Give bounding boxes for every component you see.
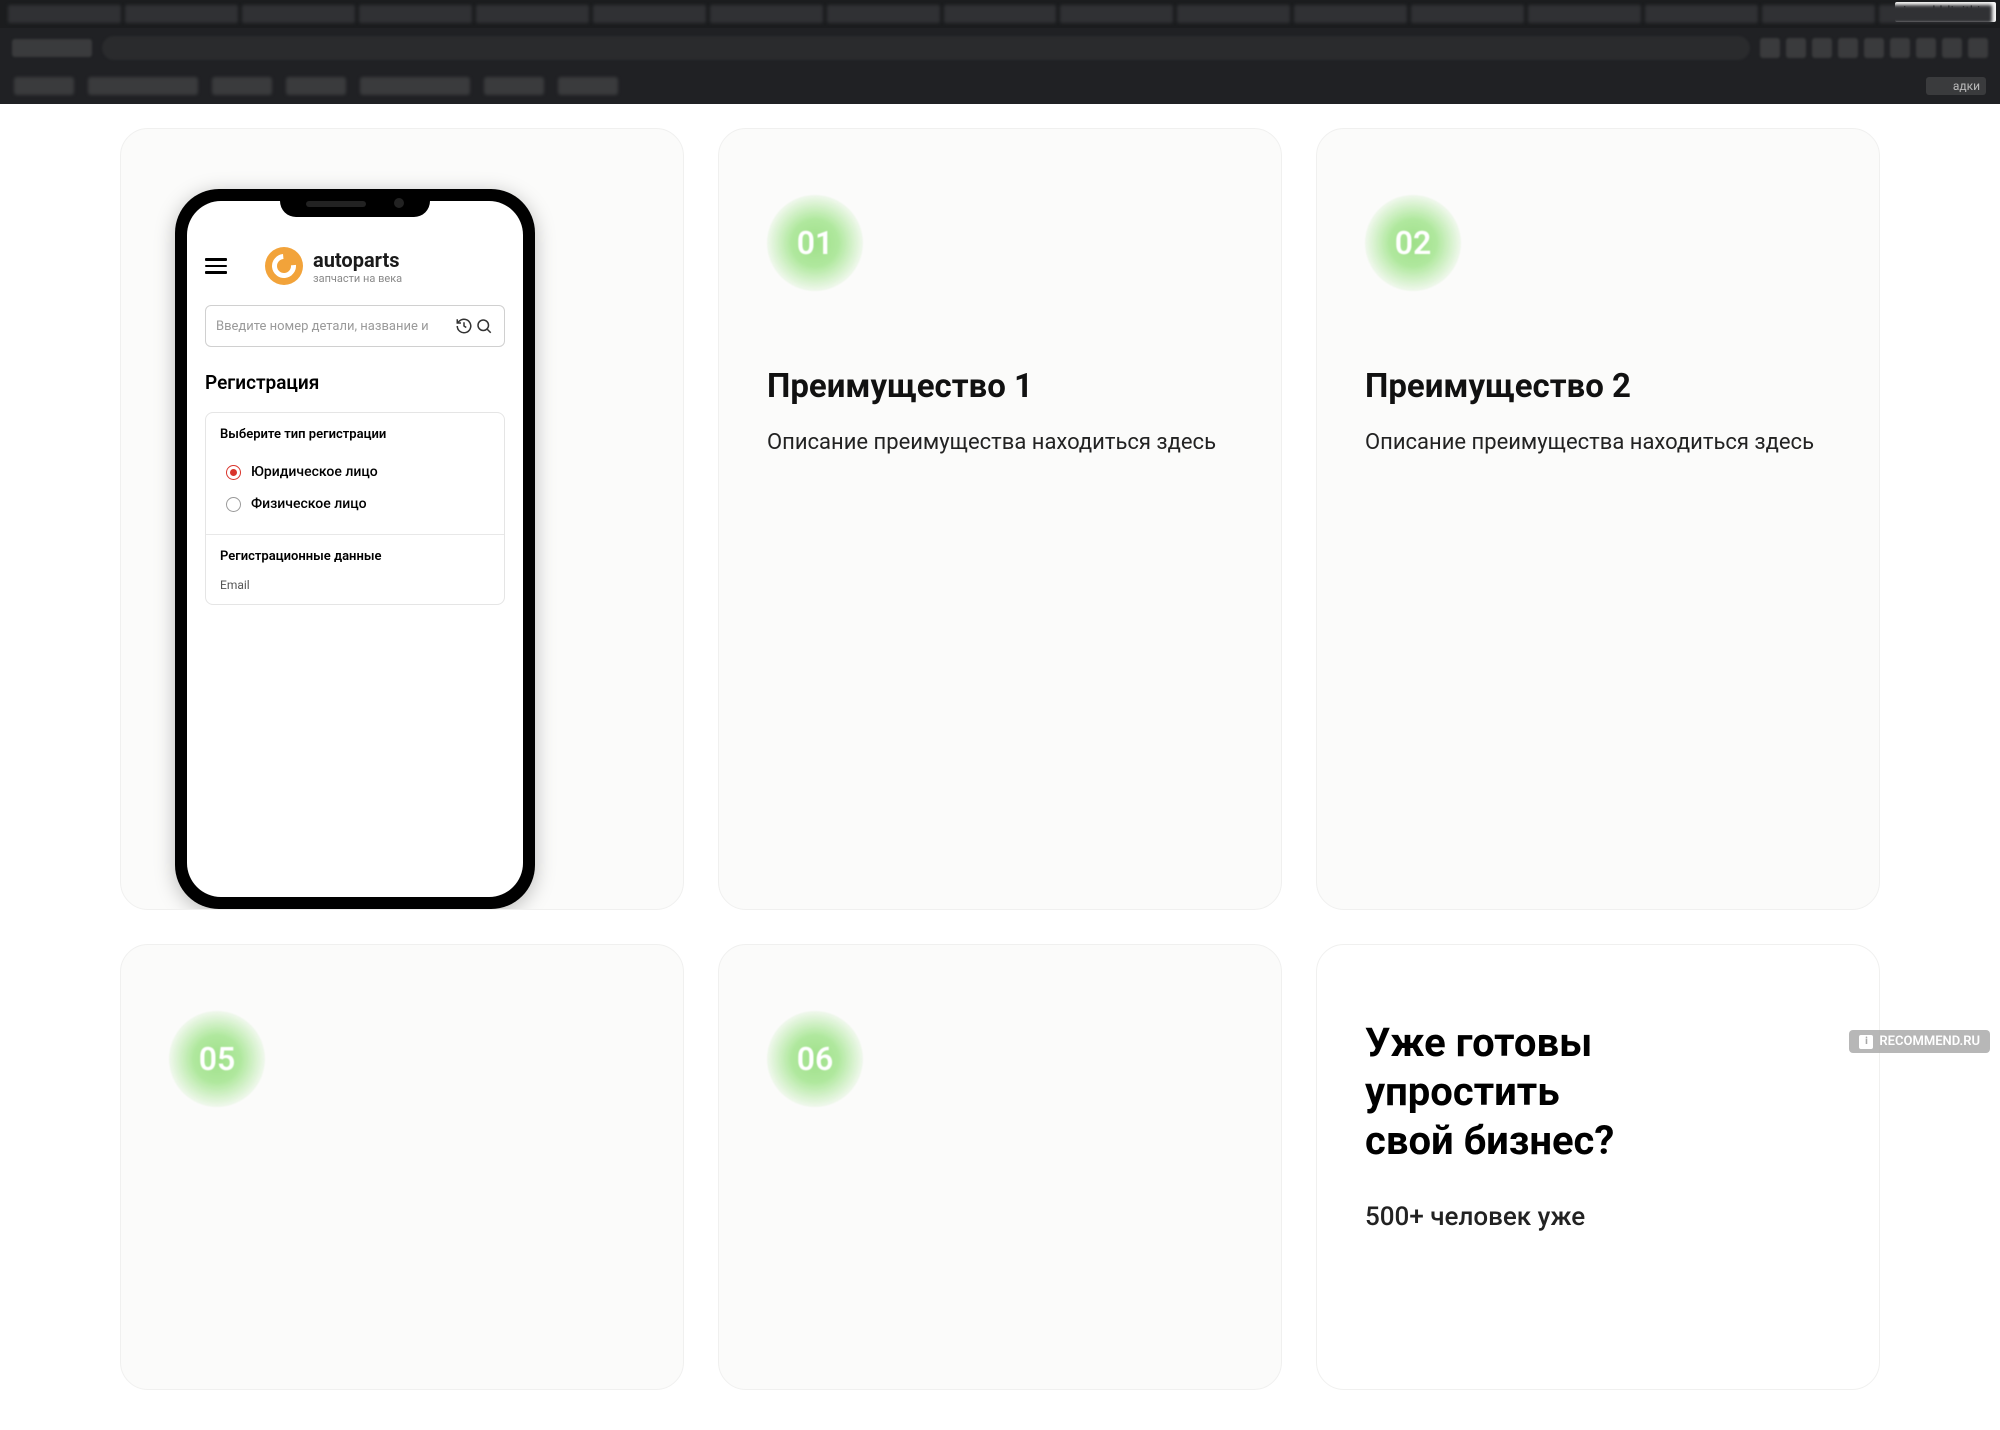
divider [206, 534, 504, 535]
field-label-email: Email [220, 578, 490, 592]
brand-name: autoparts [313, 248, 402, 272]
radio-icon [226, 497, 241, 512]
benefit-number: 05 [169, 1011, 265, 1107]
browser-tab[interactable] [710, 5, 823, 23]
browser-tab[interactable] [944, 5, 1057, 23]
browser-tab[interactable] [359, 5, 472, 23]
browser-nav-buttons[interactable] [12, 39, 92, 57]
registration-form: Выберите тип регистрации Юридическое лиц… [205, 412, 505, 605]
cta-title: Уже готовы упростить свой бизнес? [1365, 1019, 1831, 1165]
benefit-number: 06 [767, 1011, 863, 1107]
browser-bookmark-bar[interactable]: адки [0, 68, 2000, 104]
phone-screen: autoparts запчасти на века Введите номер… [187, 201, 523, 897]
radio-label: Физическое лицо [251, 496, 367, 512]
browser-tab[interactable] [1411, 5, 1524, 23]
cta-card: Уже готовы упростить свой бизнес? 500+ ч… [1316, 944, 1880, 1390]
hamburger-icon[interactable] [205, 258, 227, 274]
benefit-title: Преимущество 1 [767, 367, 1233, 406]
browser-tab[interactable] [1177, 5, 1290, 23]
browser-address-row [0, 28, 2000, 68]
benefit-title: Преимущество 2 [1365, 367, 1831, 406]
benefit-description: Описание преимущества находиться здесь [1365, 428, 1831, 458]
browser-tab[interactable] [593, 5, 706, 23]
phone-mockup: autoparts запчасти на века Введите номер… [175, 189, 535, 909]
app-header: autoparts запчасти на века [205, 247, 505, 285]
phone-notch [280, 189, 430, 217]
benefit-number: 01 [767, 195, 863, 291]
app-brand[interactable]: autoparts запчасти на века [265, 247, 402, 285]
phone-preview-card: autoparts запчасти на века Введите номер… [120, 128, 684, 910]
history-icon[interactable] [454, 316, 474, 336]
benefit-description: Описание преимущества находиться здесь [767, 428, 1233, 458]
browser-tab[interactable] [1879, 5, 1992, 23]
search-input[interactable]: Введите номер детали, название и [205, 305, 505, 347]
browser-tab[interactable] [827, 5, 940, 23]
bookmark-overflow-label[interactable]: адки [1926, 77, 1986, 95]
benefit-card-01: 01 Преимущество 1 Описание преимущества … [718, 128, 1282, 910]
radio-individual[interactable]: Физическое лицо [220, 488, 490, 520]
browser-url-bar[interactable] [102, 36, 1750, 60]
reg-type-label: Выберите тип регистрации [220, 427, 490, 442]
browser-tab[interactable] [1060, 5, 1173, 23]
benefit-card-06: 06 [718, 944, 1282, 1390]
browser-chrome: ivan-khlipitkin адки [0, 0, 2000, 104]
browser-tab[interactable] [1294, 5, 1407, 23]
benefit-card-05: 05 [120, 944, 684, 1390]
reg-data-heading: Регистрационные данные [220, 549, 490, 564]
watermark: i RECOMMEND.RU [1849, 1030, 1990, 1053]
watermark-text: RECOMMEND.RU [1879, 1034, 1980, 1049]
registration-title: Регистрация [205, 371, 505, 394]
brand-logo-icon [265, 247, 303, 285]
browser-tab[interactable] [1645, 5, 1758, 23]
browser-tab[interactable] [1528, 5, 1641, 23]
info-icon: i [1859, 1035, 1873, 1049]
search-placeholder-text: Введите номер детали, название и [216, 319, 454, 334]
cta-subline: 500+ человек уже [1365, 1201, 1831, 1235]
brand-tagline: запчасти на века [313, 272, 402, 285]
radio-icon [226, 465, 241, 480]
page-content: autoparts запчасти на века Введите номер… [0, 104, 2000, 1430]
search-icon[interactable] [474, 316, 494, 336]
benefit-card-02: 02 Преимущество 2 Описание преимущества … [1316, 128, 1880, 910]
browser-tab[interactable] [242, 5, 355, 23]
benefit-number: 02 [1365, 195, 1461, 291]
browser-tabstrip[interactable] [0, 0, 2000, 28]
radio-label: Юридическое лицо [251, 464, 378, 480]
radio-legal-entity[interactable]: Юридическое лицо [220, 456, 490, 488]
browser-extension-icons[interactable] [1760, 38, 1988, 58]
browser-tab[interactable] [476, 5, 589, 23]
browser-tab[interactable] [125, 5, 238, 23]
browser-tab[interactable] [1762, 5, 1875, 23]
browser-tab[interactable] [8, 5, 121, 23]
benefit-grid: autoparts запчасти на века Введите номер… [120, 128, 1880, 1390]
